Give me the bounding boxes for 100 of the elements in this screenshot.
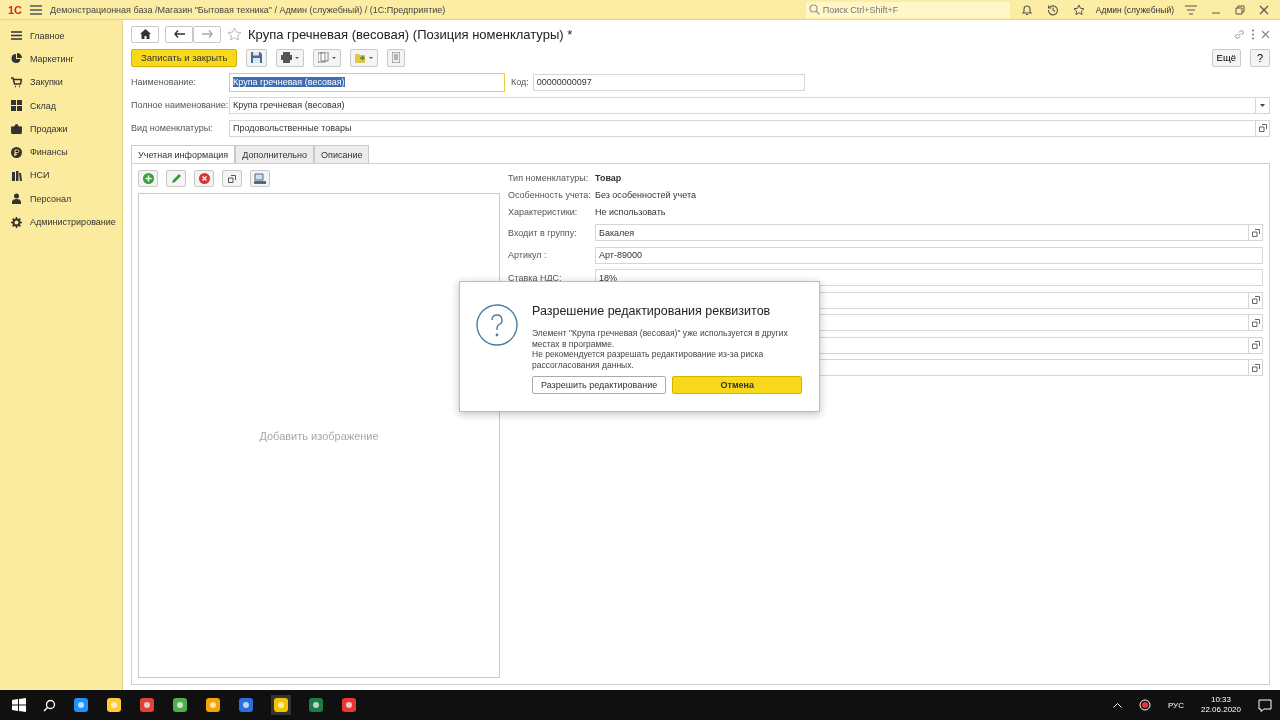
star-icon[interactable] (1072, 3, 1085, 16)
scan-button[interactable] (250, 170, 270, 187)
save-and-close-button[interactable]: Записать и закрыть (131, 48, 238, 67)
open-icon (1251, 318, 1260, 327)
grid-icon (11, 100, 22, 112)
delete-icon (198, 173, 210, 184)
sidebar-item[interactable]: Администрирование (0, 210, 122, 234)
input-field[interactable]: Арт-89000 (595, 246, 1263, 264)
field-label: Наименование: (131, 77, 197, 87)
open-button[interactable] (1248, 292, 1262, 308)
open-button[interactable] (1248, 337, 1262, 353)
dialog-message: Элемент "Крупа гречневая (весовая)" уже используется в других местах в программе. Не рекомендуется разрешать редактирование из-за риска рассогласования данных. (532, 328, 789, 371)
sidebar-item[interactable]: Маркетинг (0, 47, 122, 71)
code-field[interactable]: 00000000097 (532, 73, 805, 91)
home-icon (139, 29, 151, 39)
open-button[interactable] (222, 170, 242, 187)
field-value: Без особенностей учета (595, 190, 696, 201)
open-button[interactable] (1248, 315, 1262, 331)
open-icon (1251, 341, 1260, 350)
user-name[interactable]: Админ (служебный) (1095, 4, 1174, 15)
cart-icon (11, 76, 22, 88)
basket-icon (11, 123, 22, 135)
open-icon (1251, 296, 1260, 305)
history-icon[interactable] (1046, 3, 1059, 16)
field-value: Не использовать (595, 206, 666, 217)
dialog-button[interactable]: Разрешить редактирование (532, 376, 667, 395)
tab[interactable]: Учетная информация (131, 145, 236, 163)
sidebar-item[interactable]: Главное (0, 24, 122, 48)
field-label: Артикул : (508, 250, 548, 261)
input-field[interactable]: Бакалея (595, 224, 1263, 242)
attach-button[interactable] (350, 48, 379, 67)
notification-icon[interactable] (1258, 698, 1272, 712)
sidebar-item[interactable]: Персонал (0, 187, 122, 211)
tab[interactable]: Дополнительно (235, 145, 315, 163)
field-value: Товар (595, 173, 622, 184)
form-title: Крупа гречневая (весовая) (Позиция номенклатуры) * (248, 26, 573, 42)
restore-icon[interactable] (1235, 4, 1245, 15)
field-label: Особенность учета: (508, 190, 592, 201)
forward-arrow-icon (201, 30, 213, 38)
pie-chart-icon (11, 53, 22, 65)
tab[interactable]: Описание (314, 145, 370, 163)
open-icon (228, 174, 236, 183)
window-title: Демонстрационная база /Магазин "Бытовая техника" / Админ (служебный) / (1С:Предприятие) (50, 4, 447, 15)
dialog-title: Разрешение редактирования реквизитов (532, 304, 772, 318)
list-icon (11, 30, 22, 42)
sidebar-item[interactable]: Финансы (0, 140, 122, 164)
edit-button[interactable] (166, 170, 186, 187)
scanner-icon (254, 173, 266, 184)
open-button[interactable] (1248, 360, 1262, 376)
more-icon[interactable] (1251, 28, 1255, 40)
full-name-field[interactable]: Крупа гречневая (весовая) (229, 96, 1270, 114)
documents-icon (318, 52, 337, 63)
close-icon[interactable] (1259, 4, 1269, 15)
field-label: Полное наименование: (131, 100, 229, 110)
home-button[interactable] (131, 25, 159, 43)
name-field[interactable]: Крупа гречневая (весовая) (229, 72, 505, 92)
field-label: Вид номенклатуры: (131, 123, 214, 133)
gear-icon (11, 216, 22, 228)
caret-icon (1260, 103, 1265, 107)
printer-icon (281, 52, 300, 63)
bell-icon[interactable] (1020, 3, 1033, 16)
field-label: Характеристики: (508, 206, 579, 217)
add-button[interactable] (138, 170, 158, 187)
more-button[interactable]: Ещё (1211, 48, 1241, 67)
sidebar-item[interactable]: НСИ (0, 163, 122, 188)
back-arrow-icon (173, 30, 185, 38)
save-button[interactable] (246, 48, 268, 67)
field-label: Код: (511, 77, 529, 87)
search-field[interactable]: Поиск Ctrl+Shift+F (805, 1, 1010, 18)
person-icon (11, 193, 22, 205)
start-icon[interactable] (12, 698, 26, 712)
open-button[interactable] (1248, 225, 1262, 241)
clock[interactable]: 10:33 22.06.2020 (1200, 695, 1241, 715)
close-icon[interactable] (1261, 29, 1270, 39)
kind-field[interactable]: Продовольственные товары (229, 119, 1270, 137)
open-icon (1251, 228, 1260, 237)
add-icon (142, 173, 154, 184)
help-button[interactable]: ? (1250, 48, 1270, 67)
open-button[interactable] (1255, 120, 1269, 136)
search-input[interactable]: Поиск Ctrl+Shift+F (822, 4, 993, 15)
sidebar-item[interactable]: Склад (0, 93, 122, 118)
field-label: Ставка НДС: (508, 272, 563, 283)
sidebar-item[interactable]: Продажи (0, 117, 122, 141)
star-icon[interactable] (227, 26, 242, 42)
field-label: Тип номенклатуры: (508, 173, 590, 184)
sidebar-item[interactable]: Закупки (0, 70, 122, 94)
field-label: Входит в группу: (508, 227, 578, 238)
search-icon (808, 4, 820, 15)
menu-icon[interactable] (30, 4, 43, 15)
folder-arrow-icon (355, 52, 374, 63)
back-button[interactable] (165, 25, 193, 43)
search-icon[interactable] (43, 698, 56, 712)
delete-button[interactable] (194, 170, 214, 187)
dialog-button[interactable]: Отмена (672, 376, 803, 395)
pencil-icon (170, 173, 182, 184)
create-based-button[interactable] (313, 48, 342, 67)
document-icon (392, 52, 401, 63)
print-button[interactable] (276, 48, 305, 67)
language-indicator[interactable]: РУС (1167, 700, 1184, 710)
app-logo[interactable]: 1С (8, 3, 23, 16)
